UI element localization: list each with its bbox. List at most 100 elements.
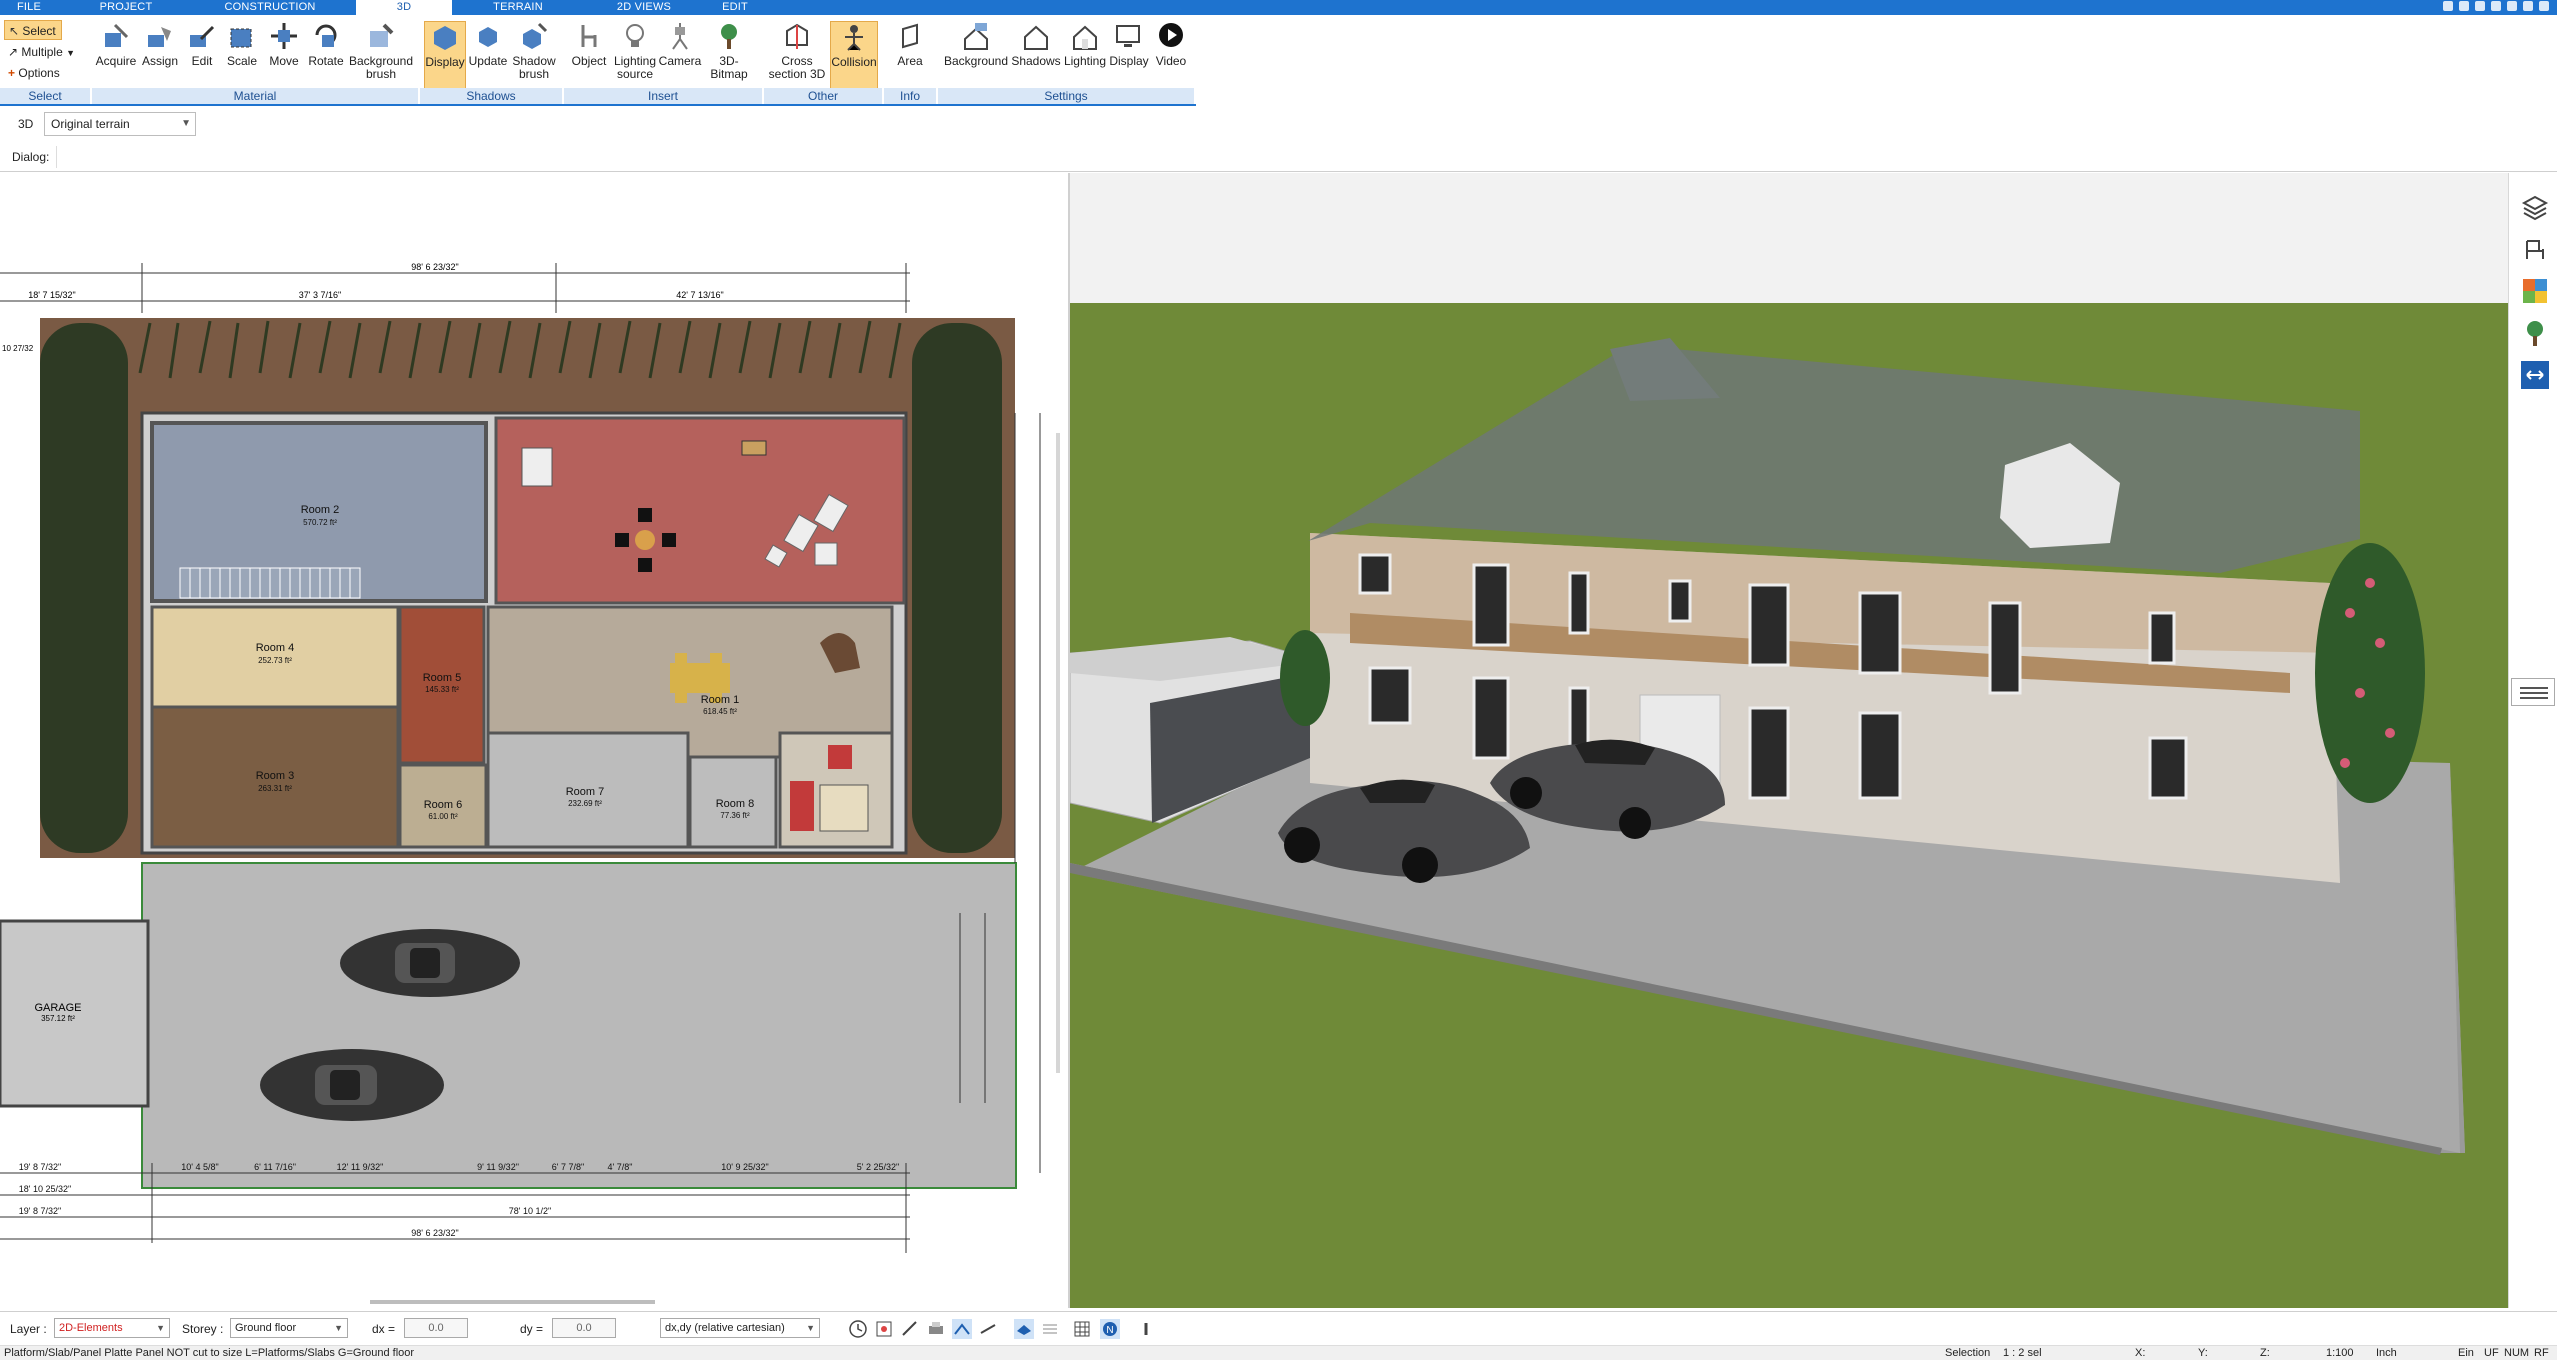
snap-icon[interactable] bbox=[874, 1319, 894, 1339]
angle-snap-icon[interactable] bbox=[952, 1319, 972, 1339]
scale-indicator: 1:100 bbox=[2326, 1347, 2354, 1359]
print-icon[interactable] bbox=[926, 1319, 946, 1339]
cursor-icon: ↖ bbox=[9, 24, 20, 38]
menu-tab-2d-views[interactable]: 2D VIEWS bbox=[600, 0, 688, 15]
floor-plan-view[interactable]: 98' 6 23/32" 18' 7 15/32" 37' 3 7/16" 42… bbox=[0, 173, 1065, 1308]
room-3-area: 263.31 ft² bbox=[258, 784, 292, 793]
room-1-area: 618.45 ft² bbox=[703, 707, 737, 716]
remote-icon[interactable] bbox=[2521, 361, 2549, 389]
3d-scene-canvas[interactable] bbox=[1070, 173, 2508, 1308]
dim-seg-1: 10' 4 5/8" bbox=[181, 1162, 218, 1172]
room-6-label: Room 6 bbox=[424, 799, 463, 811]
svg-text:N: N bbox=[1106, 1325, 1113, 1336]
shadow-display-icon bbox=[434, 26, 456, 50]
furniture-icon[interactable] bbox=[2521, 235, 2549, 263]
x-coordinate-label: X: bbox=[2135, 1347, 2146, 1359]
plants-icon[interactable] bbox=[2521, 319, 2549, 347]
group-label-insert: Insert bbox=[564, 88, 762, 104]
rf-indicator: RF bbox=[2534, 1347, 2549, 1359]
dim-top-right: 42' 7 13/16" bbox=[676, 290, 723, 300]
3d-view[interactable] bbox=[1068, 173, 2508, 1308]
house-shadow-icon bbox=[1024, 25, 1048, 50]
group-label-shadows: Shadows bbox=[420, 88, 562, 104]
edit-icon bbox=[190, 25, 215, 47]
staircase bbox=[179, 567, 361, 599]
menu-tab-terrain[interactable]: TERRAIN bbox=[478, 0, 558, 15]
dim-seg-2: 6' 11 7/16" bbox=[254, 1162, 296, 1172]
hatch-icon[interactable] bbox=[1040, 1319, 1060, 1339]
driveway[interactable] bbox=[141, 862, 1017, 1189]
room-6-area: 61.00 ft² bbox=[428, 812, 458, 821]
car-top-view-2 bbox=[260, 1049, 444, 1121]
menu-tab-edit[interactable]: EDIT bbox=[710, 0, 760, 15]
dy-label: dy = bbox=[520, 1322, 544, 1336]
coordinate-mode-select[interactable]: dx,dy (relative cartesian) ▼ bbox=[660, 1318, 820, 1338]
restore-icon[interactable] bbox=[2475, 1, 2485, 11]
help-icon[interactable] bbox=[2443, 1, 2453, 11]
grid-icon[interactable] bbox=[1072, 1319, 1092, 1339]
room-5-label: Room 5 bbox=[423, 672, 462, 684]
room-2-label: Room 2 bbox=[301, 504, 340, 516]
dim-bottom-c: 19' 8 7/32" bbox=[19, 1206, 61, 1216]
shadow-brush-icon bbox=[523, 22, 548, 49]
update-icon bbox=[479, 27, 497, 47]
menu-tab-project[interactable]: PROJECT bbox=[90, 0, 162, 15]
group-label-other: Other bbox=[764, 88, 882, 104]
terrain-select[interactable]: Original terrain ▼ bbox=[44, 112, 196, 136]
selection-value: 1 : 2 sel bbox=[2003, 1347, 2042, 1359]
chevron-down-icon: ▼ bbox=[806, 1323, 815, 1333]
dim-seg-4: 9' 11 9/32" bbox=[477, 1162, 519, 1172]
menu-tab-file[interactable]: FILE bbox=[0, 0, 58, 15]
dx-input[interactable]: 0.0 bbox=[404, 1318, 468, 1338]
red-chair bbox=[828, 745, 852, 769]
menu-tab-3d[interactable]: 3D bbox=[356, 0, 452, 15]
dy-input[interactable]: 0.0 bbox=[552, 1318, 616, 1338]
status-message: Platform/Slab/Panel Platte Panel NOT cut… bbox=[4, 1347, 415, 1359]
menu-tab-construction[interactable]: CONSTRUCTION bbox=[210, 0, 330, 15]
layer-select[interactable]: 2D-Elements ▼ bbox=[54, 1318, 170, 1338]
minimize-icon[interactable] bbox=[2459, 1, 2469, 11]
maximize-icon[interactable] bbox=[2523, 1, 2533, 11]
scale-icon bbox=[230, 28, 252, 48]
layers-icon[interactable] bbox=[2521, 193, 2549, 221]
layer-visibility-icon[interactable] bbox=[1014, 1319, 1034, 1339]
selection-label: Selection bbox=[1945, 1347, 1991, 1359]
dim-bottom-b: 18' 10 25/32" bbox=[19, 1184, 71, 1194]
bottom-toolbar: Layer : 2D-Elements ▼ Storey : Ground fl… bbox=[0, 1311, 2557, 1344]
multiple-icon: ↗ bbox=[8, 45, 19, 59]
chevron-down-icon: ▼ bbox=[334, 1323, 343, 1333]
sidebar-collapse-handle[interactable] bbox=[2511, 678, 2555, 706]
storey-select[interactable]: Ground floor ▼ bbox=[230, 1318, 348, 1338]
settings-icon[interactable] bbox=[2491, 1, 2501, 11]
num-indicator: NUM bbox=[2504, 1347, 2530, 1359]
close-icon[interactable] bbox=[2539, 1, 2549, 11]
plan-vertical-scrollbar[interactable] bbox=[1056, 433, 1060, 1073]
info-icon[interactable] bbox=[2507, 1, 2517, 11]
select-button[interactable]: ↖ Select bbox=[4, 20, 62, 40]
measure-icon[interactable] bbox=[900, 1319, 920, 1339]
mode-label: 3D bbox=[18, 117, 34, 131]
rotate-icon bbox=[315, 24, 337, 47]
dim-seg-5: 6' 7 7/8" bbox=[552, 1162, 584, 1172]
view-toolbar: 3D Original terrain ▼ bbox=[0, 108, 2557, 142]
house-light-icon bbox=[1073, 25, 1097, 50]
dim-top-total: 98' 6 23/32" bbox=[411, 262, 458, 272]
multiple-dropdown[interactable]: ↗ Multiple ▼ bbox=[4, 42, 84, 62]
plan-horizontal-scrollbar[interactable] bbox=[370, 1300, 655, 1304]
options-button[interactable]: + Options bbox=[4, 63, 76, 83]
hedge-left bbox=[40, 323, 128, 853]
wall-snap-icon[interactable] bbox=[978, 1319, 998, 1339]
menu-bar: FILE PROJECT CONSTRUCTION 3D TERRAIN 2D … bbox=[0, 0, 2557, 15]
dialog-divider bbox=[56, 146, 57, 168]
area-icon bbox=[902, 23, 918, 49]
cross-section-icon bbox=[786, 23, 808, 49]
floor-plan-canvas[interactable]: 98' 6 23/32" 18' 7 15/32" 37' 3 7/16" 42… bbox=[0, 173, 1065, 1308]
room-7-area: 232.69 ft² bbox=[568, 799, 602, 808]
red-sofa bbox=[790, 781, 814, 831]
clock-icon[interactable] bbox=[848, 1319, 868, 1339]
materials-icon[interactable] bbox=[2521, 277, 2549, 305]
more-icon[interactable] bbox=[1136, 1319, 1156, 1339]
north-icon[interactable]: N bbox=[1100, 1319, 1120, 1339]
plus-icon: + bbox=[8, 66, 16, 80]
room-7-label: Room 7 bbox=[566, 786, 605, 798]
